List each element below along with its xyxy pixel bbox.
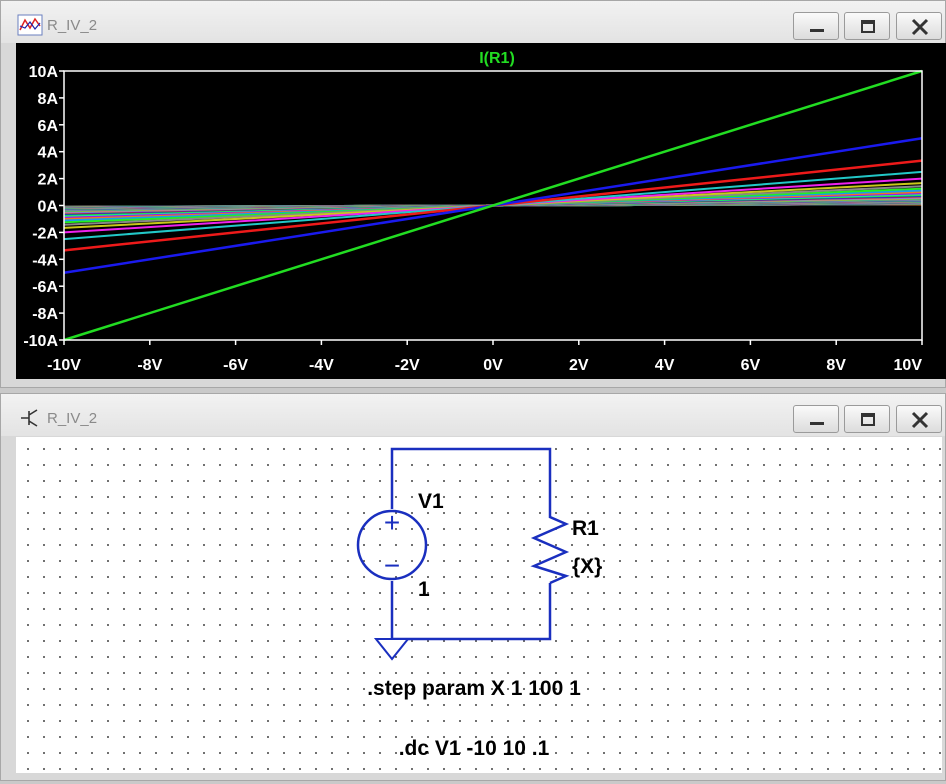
resistor-r1-icon[interactable] <box>530 509 570 585</box>
x-tick-label: -4V <box>309 357 334 374</box>
y-tick-label: -6A <box>32 279 58 296</box>
maximize-button[interactable] <box>844 12 890 40</box>
x-tick-label: -2V <box>395 357 420 374</box>
x-tick-label: -8V <box>137 357 162 374</box>
waveform-plot[interactable]: I(R1) 10A 8A 6A 4A 2A 0A -2A -4A -6A -8A -10A -10V -… <box>16 43 946 379</box>
resistor-name-label[interactable]: R1 <box>572 517 599 540</box>
y-tick-label: -4A <box>32 252 58 269</box>
x-tick-label: -6V <box>223 357 248 374</box>
voltage-source-v1[interactable]: + − <box>356 507 428 581</box>
wire-top[interactable] <box>390 447 552 509</box>
schematic-drawing[interactable]: + − V1 1 R1 {X} .step param X 1 100 1 .d… <box>16 437 942 773</box>
schematic-titlebar[interactable]: R_IV_2 <box>1 394 945 436</box>
x-tick-label: 10V <box>894 357 923 374</box>
source-minus-sign: − <box>384 550 400 581</box>
x-tick-label: 6V <box>741 357 761 374</box>
x-tick-label: 0V <box>483 357 503 374</box>
minimize-button[interactable] <box>793 12 839 40</box>
x-tick-label: 4V <box>655 357 675 374</box>
plot-titlebar[interactable]: R_IV_2 <box>1 1 945 43</box>
x-tick-label: 2V <box>569 357 589 374</box>
wire-net[interactable] <box>390 447 552 641</box>
iv-chart[interactable]: I(R1) 10A 8A 6A 4A 2A 0A -2A -4A -6A -8A -10A -10V -… <box>16 43 946 379</box>
dc-directive[interactable]: .dc V1 -10 10 .1 <box>399 737 550 760</box>
schematic-window-title: R_IV_2 <box>47 410 98 427</box>
y-tick-label: 8A <box>38 91 59 108</box>
source-plus-sign: + <box>384 507 400 538</box>
close-icon <box>911 411 929 429</box>
ground-icon[interactable] <box>373 638 411 661</box>
restore-icon <box>861 413 875 426</box>
maximize-button[interactable] <box>844 405 890 433</box>
schematic-canvas[interactable]: + − V1 1 R1 {X} .step param X 1 100 1 .d… <box>16 437 942 773</box>
transistor-icon <box>21 409 38 427</box>
trace-label[interactable]: I(R1) <box>479 50 515 67</box>
source-value-label[interactable]: 1 <box>418 578 430 601</box>
close-icon <box>911 18 929 36</box>
wire-bottom[interactable] <box>390 581 552 641</box>
y-tick-label: 4A <box>38 145 59 162</box>
y-tick-label: 6A <box>38 118 59 135</box>
minimize-icon <box>810 422 824 425</box>
close-button[interactable] <box>896 405 942 433</box>
x-tick-label: 8V <box>826 357 846 374</box>
y-tick-label: -2A <box>32 225 58 242</box>
y-tick-label: 2A <box>38 172 59 189</box>
restore-icon <box>861 20 875 33</box>
y-tick-label: -10A <box>23 333 58 350</box>
resistor-value-label[interactable]: {X} <box>572 555 602 578</box>
step-directive[interactable]: .step param X 1 100 1 <box>367 677 581 700</box>
close-button[interactable] <box>896 12 942 40</box>
waveform-icon <box>17 14 43 36</box>
minimize-icon <box>810 29 824 32</box>
minimize-button[interactable] <box>793 405 839 433</box>
x-tick-label: -10V <box>47 357 81 374</box>
y-tick-label: -8A <box>32 306 58 323</box>
y-tick-label: 10A <box>29 64 59 81</box>
y-tick-label: 0A <box>38 199 59 216</box>
plot-window-title: R_IV_2 <box>47 17 98 34</box>
source-name-label[interactable]: V1 <box>418 490 444 513</box>
